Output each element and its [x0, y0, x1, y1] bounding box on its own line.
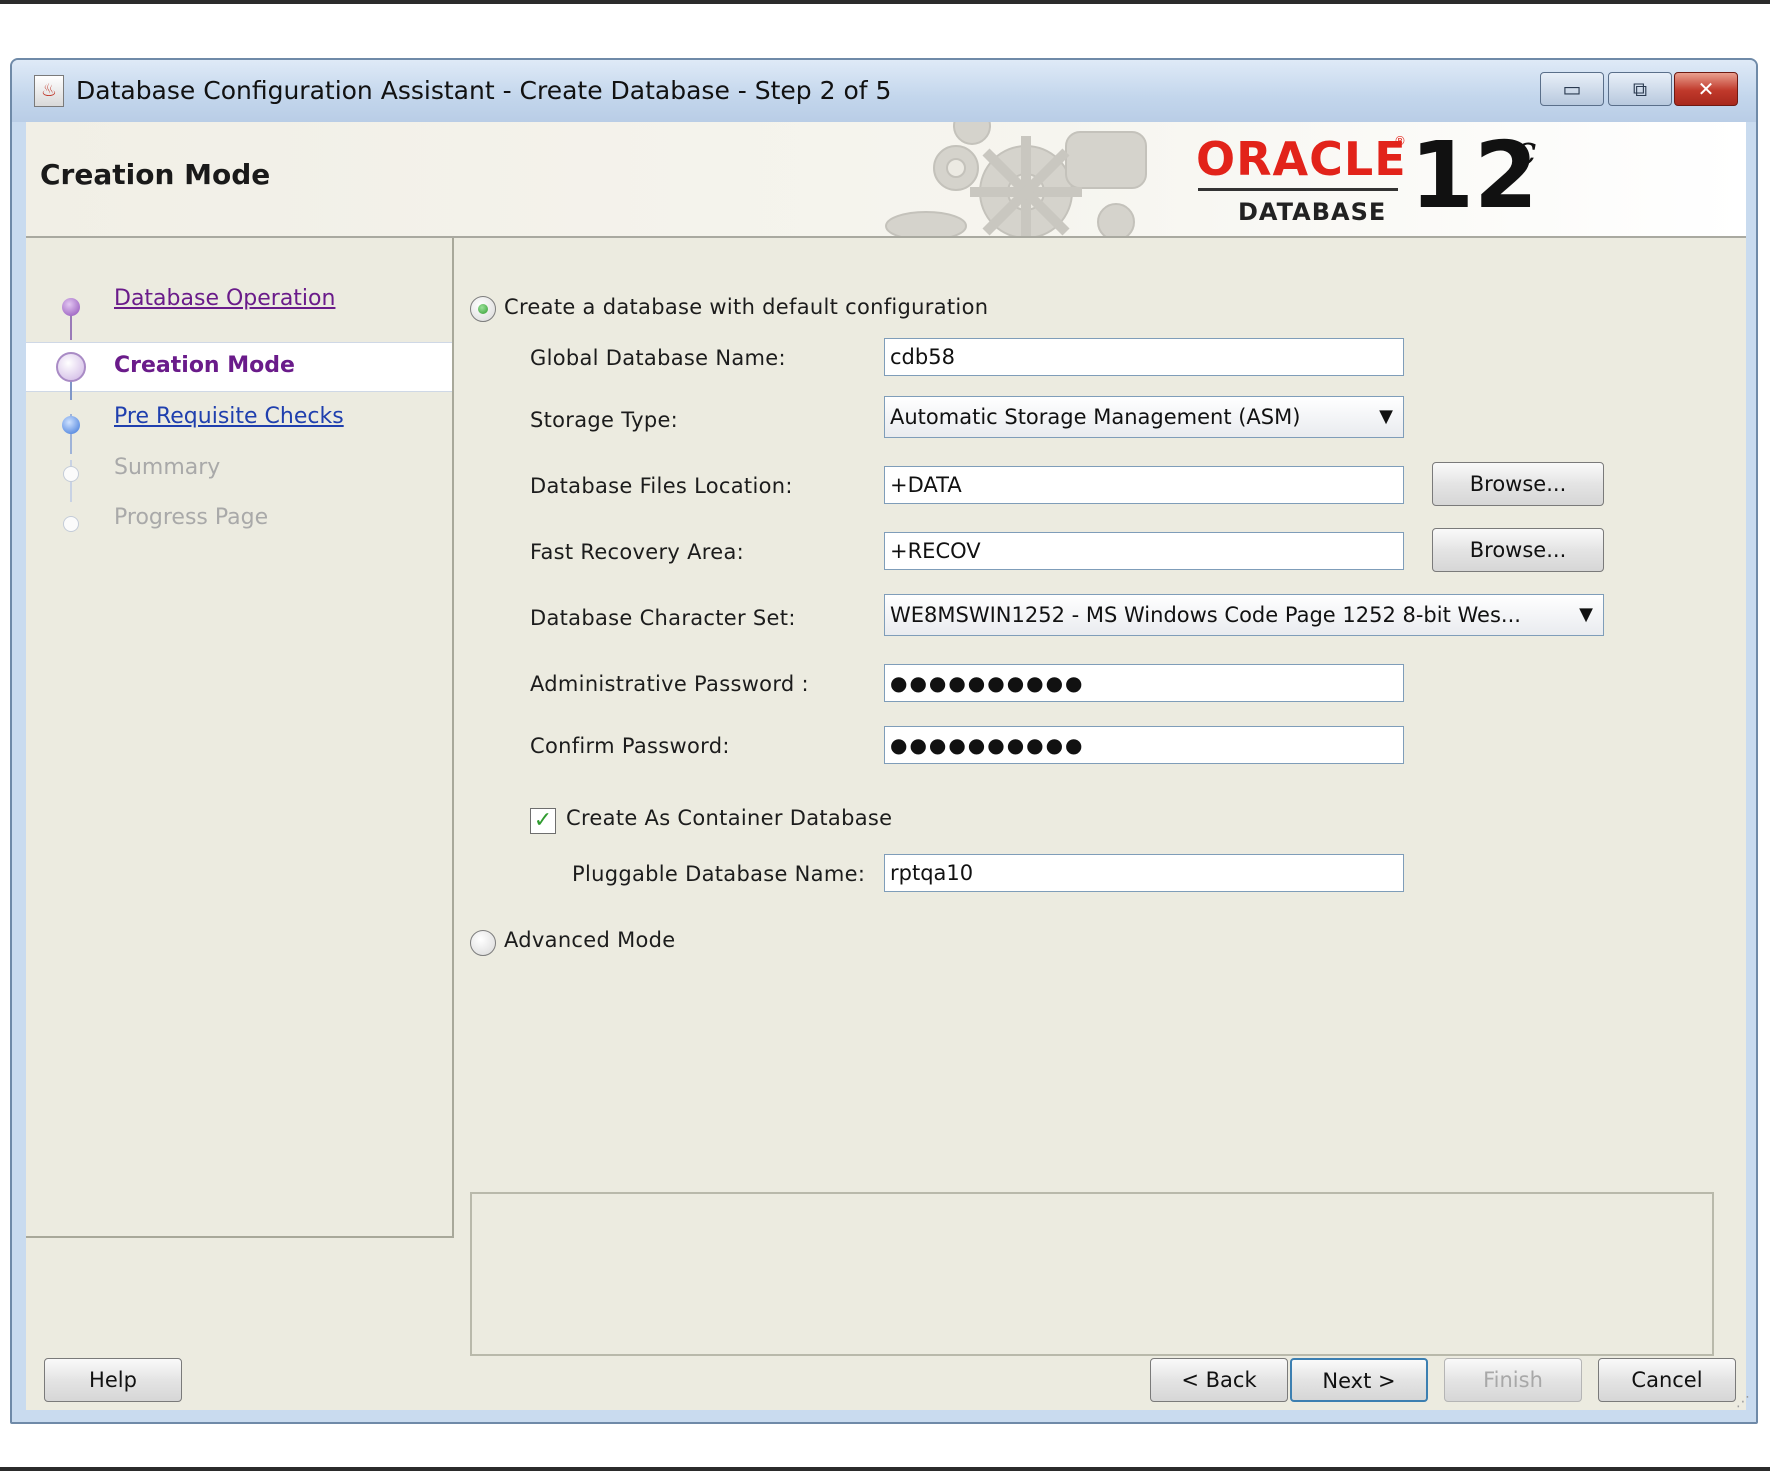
step-next-icon [62, 416, 80, 434]
step-pending-icon [63, 516, 79, 532]
step-creation-mode: Creation Mode [114, 353, 295, 378]
page-bottom-border [0, 1467, 1770, 1471]
maximize-button[interactable]: ⧉ [1608, 72, 1672, 106]
message-panel [470, 1192, 1714, 1356]
step-database-operation[interactable]: Database Operation [114, 286, 335, 311]
oracle-version-suffix: c [1514, 128, 1537, 174]
next-button[interactable]: Next > [1290, 1358, 1428, 1402]
browse-recovery-area-button[interactable]: Browse... [1432, 528, 1604, 572]
step-pre-requisite-checks[interactable]: Pre Requisite Checks [114, 404, 344, 429]
container-db-label[interactable]: Create As Container Database [566, 806, 892, 830]
global-db-name-label: Global Database Name: [530, 346, 786, 370]
dropdown-arrow-icon: ▼ [1379, 406, 1393, 427]
minimize-button[interactable]: ▭ [1540, 72, 1604, 106]
fast-recovery-area-input[interactable]: +RECOV [884, 532, 1404, 570]
maximize-icon: ⧉ [1632, 77, 1648, 101]
advanced-mode-label[interactable]: Advanced Mode [504, 928, 676, 952]
step-current-icon [56, 352, 86, 382]
charset-label: Database Character Set: [530, 606, 796, 630]
steps-panel: Database Operation Creation Mode Pre Req… [26, 238, 454, 1238]
java-app-icon: ♨ [34, 75, 64, 107]
admin-password-input[interactable]: ●●●●●●●●●● [884, 664, 1404, 702]
step-progress-page: Progress Page [114, 505, 269, 530]
wizard-body: Database Operation Creation Mode Pre Req… [26, 238, 1750, 1410]
close-button[interactable]: ✕ [1674, 72, 1738, 106]
confirm-password-input[interactable]: ●●●●●●●●●● [884, 726, 1404, 764]
charset-value: WE8MSWIN1252 - MS Windows Code Page 1252… [890, 603, 1521, 627]
confirm-password-label: Confirm Password: [530, 734, 730, 758]
back-button[interactable]: < Back [1150, 1358, 1288, 1402]
global-db-name-input[interactable]: cdb58 [884, 338, 1404, 376]
step-visited-icon [62, 298, 80, 316]
page-title: Creation Mode [40, 158, 271, 191]
cancel-button[interactable]: Cancel [1598, 1358, 1736, 1402]
finish-button: Finish [1444, 1358, 1582, 1402]
help-button[interactable]: Help [44, 1358, 182, 1402]
db-files-location-label: Database Files Location: [530, 474, 793, 498]
oracle-logo-rule [1198, 188, 1398, 191]
page-top-border [0, 0, 1770, 4]
minimize-icon: ▭ [1562, 77, 1582, 101]
step-pending-icon [63, 466, 79, 482]
storage-type-value: Automatic Storage Management (ASM) [890, 405, 1301, 429]
resize-grip-icon[interactable]: ⋰ [1736, 1394, 1750, 1410]
charset-select[interactable]: WE8MSWIN1252 - MS Windows Code Page 1252… [884, 594, 1604, 636]
window-title: Database Configuration Assistant - Creat… [76, 76, 892, 105]
default-config-label[interactable]: Create a database with default configura… [504, 295, 988, 319]
step-summary: Summary [114, 455, 221, 480]
db-files-location-input[interactable]: +DATA [884, 466, 1404, 504]
browse-db-files-button[interactable]: Browse... [1432, 462, 1604, 506]
oracle-logo-product: DATABASE [1238, 198, 1387, 226]
storage-type-select[interactable]: Automatic Storage Management (ASM) ▼ [884, 396, 1404, 438]
pluggable-db-name-input[interactable]: rptqa10 [884, 854, 1404, 892]
storage-type-label: Storage Type: [530, 408, 679, 432]
dbca-window: ♨ Database Configuration Assistant - Cre… [10, 58, 1758, 1424]
oracle-registered-mark: ® [1394, 134, 1406, 148]
pluggable-db-name-label: Pluggable Database Name: [572, 862, 866, 886]
gears-decoration-icon [885, 122, 1147, 236]
creation-mode-form: Create a database with default configura… [454, 238, 1746, 1356]
container-db-checkbox[interactable]: ✓ [530, 808, 556, 834]
default-config-radio[interactable] [470, 296, 496, 322]
admin-password-label: Administrative Password : [530, 672, 809, 696]
dropdown-arrow-icon: ▼ [1579, 604, 1593, 625]
oracle-logo-word: ORACLE [1196, 132, 1407, 186]
fast-recovery-area-label: Fast Recovery Area: [530, 540, 745, 564]
advanced-mode-radio[interactable] [470, 930, 496, 956]
close-icon: ✕ [1697, 77, 1715, 101]
wizard-header: Creation Mode ORACLE ® DATABASE 12 c [26, 122, 1746, 238]
title-bar[interactable]: ♨ Database Configuration Assistant - Cre… [12, 60, 1756, 122]
